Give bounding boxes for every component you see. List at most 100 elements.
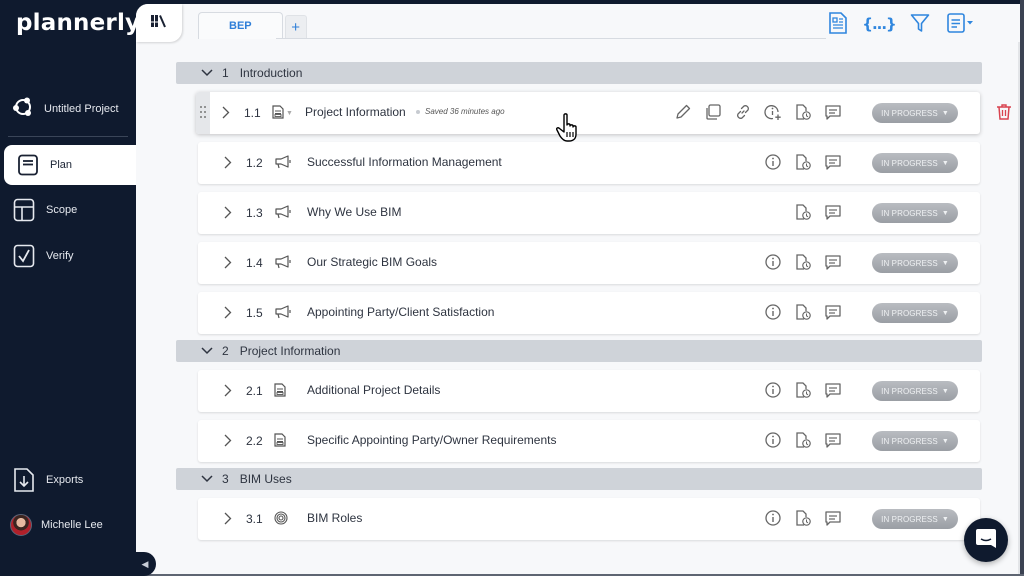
chevron-right-icon[interactable] — [224, 512, 232, 528]
row-title[interactable]: Specific Appointing Party/Owner Requirem… — [307, 433, 556, 447]
library-button[interactable] — [136, 4, 182, 42]
chevron-right-icon[interactable] — [224, 384, 232, 400]
project-selector[interactable]: Untitled Project — [12, 96, 119, 121]
chevron-down-icon[interactable] — [200, 475, 214, 483]
sidebar-item-verify[interactable]: Verify — [0, 236, 136, 276]
delete-button[interactable] — [996, 103, 1012, 124]
outline-row[interactable]: 3.1 BIM Roles IN PROGRESS ▼ — [198, 498, 980, 540]
chevron-right-icon[interactable] — [224, 256, 232, 272]
row-title[interactable]: Our Strategic BIM Goals — [307, 255, 437, 269]
info-button[interactable] — [762, 302, 784, 324]
document-view-button[interactable] — [826, 11, 850, 36]
row-actions — [762, 508, 844, 530]
duplicate-button[interactable] — [702, 102, 724, 124]
outline-row[interactable]: 2.1 Additional Project Details IN PROGRES… — [198, 370, 980, 412]
section-header[interactable]: 3 BIM Uses — [176, 468, 982, 490]
row-number: 1.1 — [244, 106, 261, 120]
row-title[interactable]: Additional Project Details — [307, 383, 440, 397]
outline-row[interactable]: 2.2 Specific Appointing Party/Owner Requ… — [198, 420, 980, 462]
info-button[interactable] — [762, 380, 784, 402]
add-tab-button[interactable]: + — [284, 15, 307, 39]
chat-icon — [975, 527, 997, 554]
section-header[interactable]: 1 Introduction — [176, 62, 982, 84]
outline-row[interactable]: 1.1 ▼ Project Information Saved 36 minute… — [196, 92, 1011, 134]
chat-support-button[interactable] — [964, 518, 1008, 562]
history-button[interactable] — [792, 202, 814, 224]
comment-button[interactable] — [822, 152, 844, 174]
status-dropdown[interactable]: IN PROGRESS ▼ — [872, 253, 958, 273]
row-type-selector[interactable]: ▼ — [272, 105, 293, 122]
row-title[interactable]: Why We Use BIM — [307, 205, 401, 219]
sidebar-item-plan[interactable]: Plan — [4, 145, 136, 185]
app-logo[interactable]: plannerly — [16, 10, 140, 36]
comment-button[interactable] — [822, 430, 844, 452]
sidebar: plannerly Untitled Project Plan Scope Ve… — [0, 0, 140, 576]
comment-button[interactable] — [822, 202, 844, 224]
status-label: IN PROGRESS — [881, 158, 938, 168]
comment-button[interactable] — [822, 508, 844, 530]
section-header[interactable]: 2 Project Information — [176, 340, 982, 362]
info-button[interactable] — [762, 430, 784, 452]
history-button[interactable] — [792, 380, 814, 402]
comment-button[interactable] — [822, 302, 844, 324]
history-button[interactable] — [792, 102, 814, 124]
comment-button[interactable] — [822, 252, 844, 274]
row-title[interactable]: Project Information — [305, 105, 406, 119]
outline-row[interactable]: 1.3 Why We Use BIM IN PROGRESS ▼ — [198, 192, 980, 234]
status-dropdown[interactable]: IN PROGRESS ▼ — [872, 431, 958, 451]
chevron-right-icon[interactable] — [224, 206, 232, 222]
chevron-right-icon[interactable] — [224, 306, 232, 322]
history-button[interactable] — [792, 152, 814, 174]
info-button[interactable] — [762, 252, 784, 274]
filter-button[interactable] — [908, 12, 932, 36]
outline-row[interactable]: 1.2 Successful Information Management IN … — [198, 142, 980, 184]
info-icon — [764, 431, 782, 452]
chevron-right-icon[interactable] — [224, 434, 232, 450]
template-dropdown-button[interactable] — [946, 12, 976, 36]
caret-down-icon: ▼ — [286, 110, 293, 117]
history-button[interactable] — [792, 252, 814, 274]
chevron-down-icon[interactable] — [200, 69, 214, 77]
history-button[interactable] — [792, 508, 814, 530]
info-add-icon — [764, 103, 782, 124]
link-button[interactable] — [732, 102, 754, 124]
variables-button[interactable]: {...} — [862, 12, 896, 36]
sidebar-item-scope[interactable]: Scope — [0, 190, 136, 230]
row-type-selector — [274, 511, 288, 528]
drag-handle[interactable] — [196, 92, 210, 134]
info-button[interactable] — [762, 508, 784, 530]
row-title[interactable]: BIM Roles — [307, 511, 362, 525]
history-button[interactable] — [792, 430, 814, 452]
caret-down-icon: ▼ — [941, 387, 949, 395]
sidebar-item-label: Plan — [50, 159, 73, 171]
user-profile[interactable]: Michelle Lee — [10, 514, 103, 536]
history-button[interactable] — [792, 302, 814, 324]
megaphone-icon — [274, 305, 292, 322]
status-dropdown[interactable]: IN PROGRESS ▼ — [872, 153, 958, 173]
outline-row[interactable]: 1.5 Appointing Party/Client Satisfaction… — [198, 292, 980, 334]
status-dropdown[interactable]: IN PROGRESS ▼ — [872, 103, 958, 123]
chevron-down-icon[interactable] — [200, 347, 214, 355]
info-button[interactable] — [762, 152, 784, 174]
section-number: 2 — [222, 344, 229, 358]
edit-button[interactable] — [672, 102, 694, 124]
duplicate-icon — [704, 103, 722, 124]
outline-row[interactable]: 1.4 Our Strategic BIM Goals IN PROGRESS ▼ — [198, 242, 980, 284]
row-title[interactable]: Appointing Party/Client Satisfaction — [307, 305, 494, 319]
sidebar-item-exports[interactable]: Exports — [0, 460, 136, 500]
chevron-right-icon[interactable] — [222, 106, 230, 122]
link-icon — [734, 103, 752, 124]
info-add-button[interactable] — [762, 102, 784, 124]
comment-button[interactable] — [822, 102, 844, 124]
status-dropdown[interactable]: IN PROGRESS ▼ — [872, 203, 958, 223]
comment-icon — [824, 509, 842, 530]
row-title[interactable]: Successful Information Management — [307, 155, 502, 169]
chevron-right-icon[interactable] — [224, 156, 232, 172]
caret-down-icon: ▼ — [941, 259, 949, 267]
saved-text: Saved 36 minutes ago — [425, 107, 505, 116]
tab-bep[interactable]: BEP — [198, 12, 283, 39]
status-dropdown[interactable]: IN PROGRESS ▼ — [872, 509, 958, 529]
status-dropdown[interactable]: IN PROGRESS ▼ — [872, 303, 958, 323]
comment-button[interactable] — [822, 380, 844, 402]
status-dropdown[interactable]: IN PROGRESS ▼ — [872, 381, 958, 401]
